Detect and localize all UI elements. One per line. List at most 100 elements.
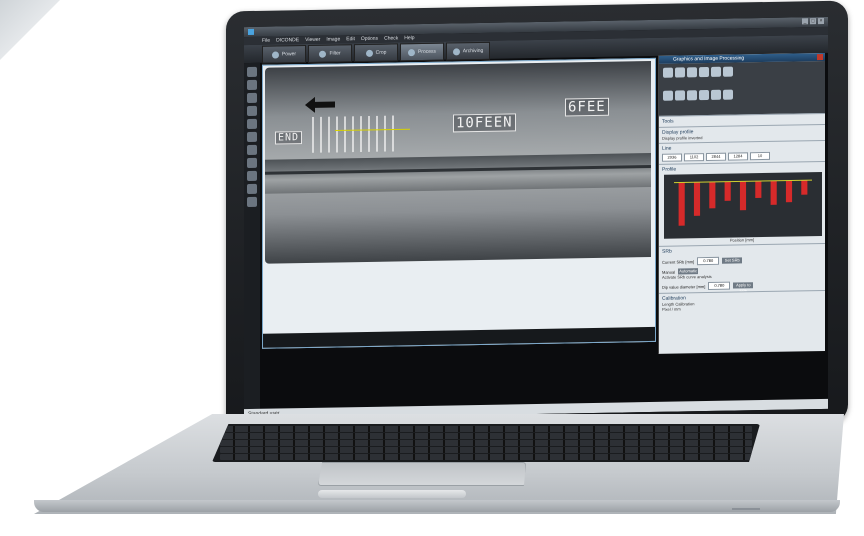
- tab-label: Process: [417, 48, 437, 56]
- key-row: [220, 440, 752, 446]
- window-controls: _ □ ×: [802, 17, 824, 25]
- location-marker: 10FEEN: [453, 113, 516, 133]
- line-section: Line 2936 1102 2844 1284 10: [659, 139, 825, 164]
- pan-tool-icon[interactable]: [247, 66, 257, 78]
- menu-image[interactable]: Image: [326, 35, 340, 43]
- tab-label: Power: [281, 51, 297, 58]
- radiograph-image[interactable]: END 10FEEN 6FEE: [265, 60, 651, 264]
- info-tool-icon[interactable]: [247, 196, 257, 208]
- rectangle-tool-icon[interactable]: [247, 118, 257, 130]
- apply-srb-button[interactable]: Apply to SRb: [733, 282, 754, 293]
- line-coordinates: 2936 1102 2844 1284 10: [662, 151, 822, 162]
- smooth-icon[interactable]: [723, 66, 733, 77]
- key-row: [220, 447, 752, 453]
- profile-bar: [678, 182, 685, 226]
- tab-label: Archiving: [462, 47, 484, 55]
- line-x1-field[interactable]: 2936: [662, 153, 682, 162]
- indicator-light: [732, 508, 760, 510]
- image-viewer[interactable]: END 10FEEN 6FEE: [262, 57, 656, 349]
- tab-power[interactable]: Power: [262, 45, 306, 64]
- menu-viewer[interactable]: Viewer: [305, 36, 320, 44]
- profile-bar: [755, 181, 762, 198]
- archive-icon: [452, 47, 460, 55]
- left-toolbar: [244, 62, 260, 410]
- grid-icon[interactable]: [699, 89, 709, 101]
- dip-row: Dip value diameter [mm] 0.780 Apply to S…: [662, 280, 822, 293]
- panel-title: Graphics and Image Processing: [673, 55, 745, 63]
- filter-icon: [319, 50, 327, 58]
- line-y2-field[interactable]: 1284: [728, 152, 748, 161]
- key-row: [220, 454, 752, 460]
- laptop-front-edge: [34, 500, 840, 512]
- direction-arrow-icon: [305, 96, 335, 113]
- invert-icon[interactable]: [699, 66, 709, 78]
- menu-edit[interactable]: Edit: [346, 35, 355, 43]
- profile-bar: [709, 181, 716, 209]
- delete-tool-icon[interactable]: [247, 157, 257, 169]
- tab-filter[interactable]: Filter: [308, 44, 352, 63]
- current-srb-label: Current SRb [mm]: [662, 258, 695, 265]
- manual-tab[interactable]: Manual: [662, 269, 675, 274]
- crop-icon: [365, 49, 373, 57]
- zoom-tool-icon[interactable]: [247, 79, 257, 91]
- export-tool-icon[interactable]: [247, 183, 257, 195]
- current-srb-field[interactable]: 0.780: [697, 256, 720, 266]
- profile-bar: [801, 180, 808, 195]
- tool-icon-grid: [659, 60, 825, 116]
- menu-help[interactable]: Help: [404, 34, 414, 42]
- panel-close-icon[interactable]: [817, 53, 823, 61]
- process-icon: [407, 48, 415, 56]
- dip-field[interactable]: 0.780: [708, 281, 731, 290]
- tab-crop[interactable]: Crop: [354, 43, 398, 63]
- minimize-button[interactable]: _: [802, 18, 808, 25]
- keyboard: [212, 424, 760, 462]
- ruler-icon[interactable]: [711, 89, 721, 100]
- profile-icon[interactable]: [687, 90, 697, 101]
- flip-icon[interactable]: [675, 90, 685, 101]
- wire-iqi: [312, 115, 410, 153]
- profile-chart: [664, 172, 822, 239]
- rotate-icon[interactable]: [663, 90, 673, 101]
- menu-check[interactable]: Check: [384, 34, 398, 42]
- profile-bar: [785, 180, 793, 203]
- line-y1-field[interactable]: 1102: [684, 153, 704, 162]
- sharpen-icon[interactable]: [711, 66, 721, 77]
- close-button[interactable]: ×: [818, 17, 824, 25]
- current-srb-row: Current SRb [mm] 0.780 Set SRb: [662, 255, 822, 266]
- viewer-footer: [263, 326, 655, 348]
- section-title: SRb: [662, 248, 672, 255]
- lid-notch: [318, 490, 466, 498]
- key-row: [220, 426, 752, 432]
- profile-bar: [739, 181, 747, 211]
- maximize-button[interactable]: □: [810, 18, 816, 25]
- app-icon: [248, 28, 254, 36]
- tab-process[interactable]: Process: [400, 42, 444, 62]
- dip-label: Dip value diameter [mm]: [662, 283, 706, 290]
- trackpad[interactable]: [318, 462, 526, 486]
- srb-section: SRb Current SRb [mm] 0.780 Set SRb Manua…: [659, 242, 825, 293]
- calibration-section: Calibration Length Calibration Pixel / m…: [659, 289, 825, 314]
- calibrate-icon[interactable]: [723, 89, 733, 100]
- set-srb-button[interactable]: Set SRb: [722, 257, 743, 264]
- profile-section: Profile Position [mm]: [659, 160, 825, 246]
- measure-tool-icon[interactable]: [247, 92, 257, 104]
- profile-bar: [724, 181, 731, 201]
- text-tool-icon[interactable]: [247, 131, 257, 143]
- line-width-field[interactable]: 10: [750, 151, 770, 161]
- key-row: [220, 433, 752, 439]
- tab-label: Crop: [375, 49, 387, 56]
- histogram-icon[interactable]: [663, 67, 673, 78]
- end-marker: END: [275, 131, 303, 145]
- menu-file[interactable]: File: [262, 37, 270, 45]
- profile-bar: [693, 182, 701, 216]
- line-tool-icon[interactable]: [247, 105, 257, 117]
- power-icon: [271, 50, 279, 59]
- tab-archiving[interactable]: Archiving: [446, 41, 490, 61]
- print-tool-icon[interactable]: [247, 170, 257, 182]
- arrow-tool-icon[interactable]: [247, 144, 257, 156]
- profile-chart-svg: [674, 179, 812, 226]
- line-x2-field[interactable]: 2844: [706, 152, 726, 162]
- corner-decoration: [0, 0, 60, 60]
- contrast-icon[interactable]: [675, 67, 685, 78]
- brightness-icon[interactable]: [687, 67, 697, 78]
